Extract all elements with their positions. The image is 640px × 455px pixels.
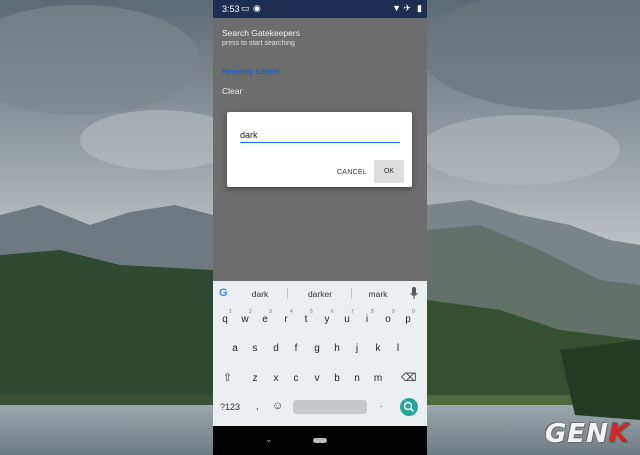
status-time: 3:53 [222,4,240,14]
period-key[interactable]: . [380,399,383,409]
key-f[interactable]: f [288,342,304,356]
key-q[interactable]: q [217,313,233,327]
symbols-key[interactable]: ?123 [220,402,240,412]
key-hint: 5 [310,309,313,315]
emoji-icon[interactable]: ☺ [272,400,283,412]
battery-icon: ▮ [417,3,422,13]
suggestion-dark[interactable]: dark [245,289,275,299]
nav-back-icon[interactable]: ⌄ [265,434,273,445]
recently-edited-label: Recently Edited: [222,67,281,76]
clear-button[interactable]: Clear [222,86,242,96]
key-l[interactable]: l [390,342,406,356]
key-r[interactable]: r [278,313,294,327]
key-hint: 6 [331,309,334,315]
space-bar[interactable] [293,400,367,414]
key-n[interactable]: n [349,372,365,386]
search-subtitle: press to start searching [222,40,295,47]
key-b[interactable]: b [329,372,345,386]
suggestion-mark[interactable]: mark [363,289,393,299]
search-title[interactable]: Search Gatekeepers [222,28,300,38]
key-k[interactable]: k [370,342,386,356]
key-v[interactable]: v [309,372,325,386]
ok-button[interactable]: OK [374,160,404,183]
cancel-button[interactable]: CANCEL [333,162,371,182]
key-c[interactable]: c [288,372,304,386]
key-m[interactable]: m [370,372,386,386]
divider [351,288,352,299]
shift-icon[interactable]: ⇧ [223,371,232,384]
suggestion-strip: G dark darker mark [213,281,427,305]
key-hint: 9 [392,309,395,315]
key-hint: 3 [269,309,272,315]
nav-home-button[interactable] [313,438,327,443]
airplane-icon: ✈ [403,3,411,13]
suggestion-darker[interactable]: darker [303,289,337,299]
microphone-icon[interactable] [409,287,419,300]
key-hint: 2 [249,309,252,315]
comma-key[interactable]: , [256,401,259,411]
search-input[interactable] [240,128,400,143]
key-h[interactable]: h [329,342,345,356]
key-j[interactable]: j [349,342,365,356]
key-s[interactable]: s [247,342,263,356]
genk-watermark: GENK [544,419,630,449]
key-u[interactable]: u [339,313,355,327]
key-z[interactable]: z [247,372,263,386]
key-w[interactable]: w [237,313,253,327]
search-enter-button[interactable] [400,398,418,416]
search-dialog: CANCEL OK [227,112,412,187]
key-p[interactable]: p [400,313,416,327]
divider [287,288,288,299]
navigation-bar: ⌄ [213,426,427,455]
key-hint: 0 [412,309,415,315]
key-t[interactable]: t [298,313,314,327]
key-hint: 8 [371,309,374,315]
key-o[interactable]: o [380,313,396,327]
key-g[interactable]: g [309,342,325,356]
keyboard: G dark darker mark q w e r t y u i o p 1… [213,281,427,426]
key-d[interactable]: d [268,342,284,356]
phone-screen: 3:53 ▭ ◉ ▼ ✈ ▮ Search Gatekeepers press … [213,0,427,455]
key-hint: 7 [351,309,354,315]
key-hint: 4 [290,309,293,315]
key-hint: 1 [229,309,232,315]
key-y[interactable]: y [319,313,335,327]
wifi-icon: ▼ [392,3,401,13]
key-a[interactable]: a [227,342,243,356]
backspace-icon[interactable]: ⌫ [401,371,417,384]
search-icon [403,401,415,413]
location-icon: ◉ [253,3,261,13]
status-bar: 3:53 ▭ ◉ ▼ ✈ ▮ [213,0,427,18]
key-i[interactable]: i [359,313,375,327]
google-icon[interactable]: G [219,287,228,299]
key-e[interactable]: e [257,313,273,327]
key-x[interactable]: x [268,372,284,386]
screenshot-icon: ▭ [241,3,250,13]
